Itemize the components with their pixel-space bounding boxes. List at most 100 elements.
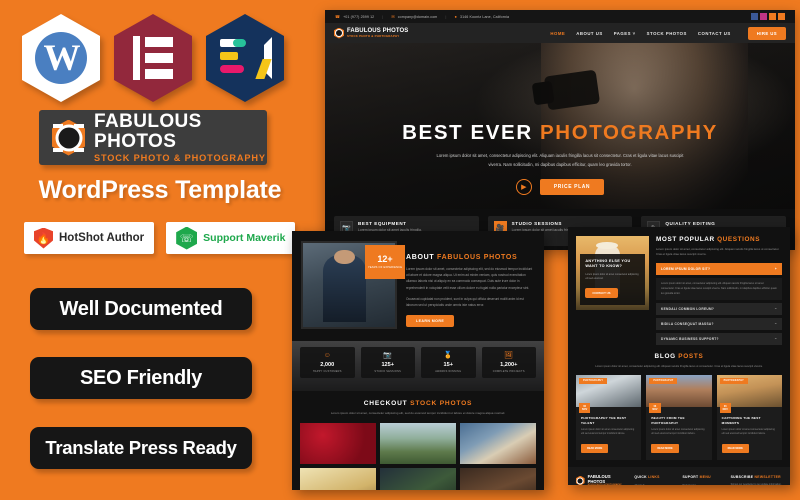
- about-learn-more-button[interactable]: LEARN MORE: [406, 315, 455, 328]
- mail-icon: ✉: [391, 14, 395, 19]
- faq-item-1-question: LOREM IPSUM DOLOR SIT?: [661, 267, 711, 272]
- checkout-title: CHECKOUT STOCK PHOTOS: [363, 400, 473, 407]
- counters-band: ☺ 2,000 HAPPY CUSTOMERS 📷 125+ STUDIO SE…: [292, 341, 544, 391]
- flame-shield-icon: 🔥: [34, 227, 53, 249]
- footer-support-title: SUPORT MENU: [682, 475, 711, 480]
- nav-item-about-us[interactable]: ABOUT US: [576, 31, 602, 36]
- faq-item-1-answer: Lorem ipsum dolor sit amet, consectetur …: [656, 278, 782, 301]
- price-plan-button[interactable]: PRICE PLAN: [539, 179, 605, 195]
- blog-read-more-button[interactable]: READ MORE: [651, 444, 679, 454]
- author-badges: 🔥 HotShot Author ☏ Support Maverik: [24, 222, 304, 254]
- about-paragraph-2: Occaecat cupidatat non proident, sunt in…: [406, 296, 524, 308]
- topbar-phone: ☎ +01 (977) 2599 12: [335, 14, 375, 19]
- hotshot-author-label: HotShot Author: [59, 232, 145, 244]
- product-logo: FABULOUS PHOTOS STOCK PHOTO & PHOTOGRAPH…: [39, 110, 267, 165]
- plate-thumb[interactable]: [460, 467, 536, 490]
- blog-read-more-button[interactable]: READ MORE: [581, 444, 609, 454]
- crocoblock-hex-icon: [206, 14, 284, 102]
- nav-logo[interactable]: FABULOUS PHOTOS STOCK PHOTO & PHOTOGRAPH…: [334, 27, 408, 39]
- play-circle-icon[interactable]: ▶: [515, 179, 532, 195]
- faq-title: MOST POPULAR QUESTIONS: [656, 236, 761, 243]
- support-maverik-label: Support Maverik: [203, 232, 286, 244]
- blog-paragraph: Lorem ipsum dolor sit amet, consectetur …: [595, 365, 763, 369]
- counter-number: 1,200+: [500, 362, 518, 368]
- site-footer: FABULOUS PHOTOS STOCK PHOTO & PHOTOGRAPH…: [568, 467, 790, 485]
- counter-complete-projects: 🖼 1,200+ COMPLETE PROJECTS: [481, 347, 536, 378]
- nav-item-pages[interactable]: PAGES ˅: [614, 31, 636, 36]
- faq-overlay-card: ANYTHING ELSE YOU WANT TO KNOW? Lorem ip…: [580, 253, 645, 305]
- blog-card-title: PHOTOGRAPHY THE BEST TALENT: [581, 416, 627, 425]
- footer-link[interactable]: About Us: [634, 483, 675, 485]
- corn-thumb[interactable]: [300, 467, 376, 490]
- blog-posts-section: BLOG POSTS Lorem ipsum dolor sit amet, c…: [568, 345, 790, 461]
- faq-accordion: LOREM IPSUM DOLOR SIT? + Lorem ipsum dol…: [656, 263, 782, 346]
- facebook-icon[interactable]: [751, 13, 758, 20]
- footer-newsletter-title: SUBSCRIBE NEWSLETTER: [730, 475, 781, 480]
- camera-hex-icon-footer: [576, 475, 585, 485]
- faq-item-1-header[interactable]: LOREM IPSUM DOLOR SIT? +: [656, 263, 782, 276]
- hero-actions: ▶ PRICE PLAN: [325, 179, 795, 195]
- nav-item-stock-photos[interactable]: STOCK PHOTOS: [647, 31, 687, 36]
- counter-studio-sessions: 📷 125+ STUDIO SESSIONS: [360, 347, 415, 378]
- blog-read-more-button[interactable]: READ MORE: [721, 444, 749, 454]
- wordpress-hex-icon: W: [22, 14, 100, 102]
- logo-subtitle: STOCK PHOTO & PHOTOGRAPHY: [94, 153, 266, 164]
- faq-contact-us-button[interactable]: CONTACT US: [585, 287, 618, 298]
- feature-card-title: QUIALITY EDITING: [665, 221, 716, 226]
- promo-headline: WordPress Template: [38, 176, 282, 204]
- counter-happy-customers: ☺ 2,000 HAPPY CUSTOMERS: [300, 347, 355, 378]
- footer-quick-links-title: QUICK LINKS: [634, 475, 660, 480]
- footer-support-column: SUPORT MENU Help Center FAQ Ticket Suppo…: [683, 475, 724, 485]
- faq-item-4-header[interactable]: DYNAMIC BUSINESS SUPPORT? −: [656, 333, 782, 346]
- blog-tag: PHOTOGRAPHY: [579, 378, 608, 385]
- nav-logo-subtitle: STOCK PHOTO & PHOTOGRAPHY: [347, 34, 400, 38]
- blog-card[interactable]: PHOTOGRAPHY 06 NOV PHOTOGRAPHY THE BEST T…: [576, 375, 642, 461]
- instagram-icon[interactable]: [760, 13, 767, 20]
- photo-icon: 🖼: [504, 352, 514, 359]
- feature-card-title: STUDIO SESSIONS: [511, 221, 563, 226]
- hero-paragraph: Lorem ipsum dolor sit amet, consectetur …: [436, 153, 684, 168]
- footer-newsletter-column: SUBSCRIBE NEWSLETTER Signup our newslett…: [731, 475, 782, 485]
- strawberry-cake-thumb[interactable]: [460, 422, 536, 464]
- herbs-thumb[interactable]: [380, 467, 456, 490]
- footer-link[interactable]: Help Center: [683, 483, 724, 485]
- counter-label: AWARDS WINNING: [435, 370, 462, 373]
- pin-icon: ●: [454, 14, 457, 19]
- blog-card[interactable]: PHOTOGRAPHY 06 NOV BEAUTY FROM THE PHOTOG…: [646, 375, 712, 461]
- counter-number: 2,000: [320, 362, 335, 368]
- faq-section: ANYTHING ELSE YOU WANT TO KNOW? Lorem ip…: [568, 227, 790, 346]
- smile-icon: ☺: [323, 352, 331, 359]
- footer-logo-title: FABULOUS PHOTOS: [587, 474, 611, 484]
- footer-logo[interactable]: FABULOUS PHOTOS STOCK PHOTO & PHOTOGRAPH…: [576, 475, 627, 485]
- site-topbar: ☎ +01 (977) 2599 12 | ✉ company@domain.com…: [325, 10, 795, 23]
- site-navbar: FABULOUS PHOTOS STOCK PHOTO & PHOTOGRAPH…: [325, 23, 795, 43]
- raspberries-thumb[interactable]: [300, 422, 376, 464]
- faq-blog-page-mockup: ANYTHING ELSE YOU WANT TO KNOW? Lorem ip…: [568, 227, 790, 485]
- counter-number: 15+: [443, 362, 454, 368]
- experience-label: YEARS OF EXPERIENCE: [367, 266, 403, 269]
- wordpress-glyph: W: [35, 32, 87, 84]
- twitter-icon[interactable]: [769, 13, 776, 20]
- feature-chip-seo-friendly: SEO Friendly: [30, 357, 252, 399]
- faq-item-2-header[interactable]: KENDALI COMMON LOREUM? −: [656, 303, 782, 316]
- youtube-icon[interactable]: [778, 13, 785, 20]
- counter-awards-winning: 🏅 15+ AWARDS WINNING: [421, 347, 476, 378]
- blog-card[interactable]: PHOTOGRAPHY 06 NOV CAPTURING THE BEST MOM…: [716, 375, 782, 461]
- hire-us-button[interactable]: HIRE US: [747, 26, 786, 40]
- experience-number: 12+: [377, 254, 393, 264]
- footer-logo-subtitle: STOCK PHOTO & PHOTOGRAPHY: [587, 483, 622, 485]
- social-links[interactable]: [751, 13, 785, 20]
- nav-item-home[interactable]: HOME: [550, 31, 565, 36]
- blog-date: 06 NOV: [579, 403, 591, 414]
- minus-icon: −: [774, 307, 777, 312]
- topbar-divider-2: |: [445, 14, 447, 19]
- faq-item-3-question: BIDILA CONSEQUAT MASSA?: [661, 322, 714, 327]
- award-icon: 🏅: [443, 352, 453, 359]
- blog-date: 06 NOV: [719, 403, 731, 414]
- about-paragraph-1: Lorem ipsum dolor sit amet, consectetur …: [406, 267, 533, 290]
- counter-label: COMPLETE PROJECTS: [492, 370, 525, 373]
- nav-item-contact-us[interactable]: CONTACT US: [698, 31, 731, 36]
- faq-paragraph: Lorem ipsum dolor sit amet, consectetur …: [656, 247, 780, 257]
- faq-item-3-header[interactable]: BIDILA CONSEQUAT MASSA? −: [656, 318, 782, 331]
- wetland-thumb[interactable]: [380, 422, 456, 464]
